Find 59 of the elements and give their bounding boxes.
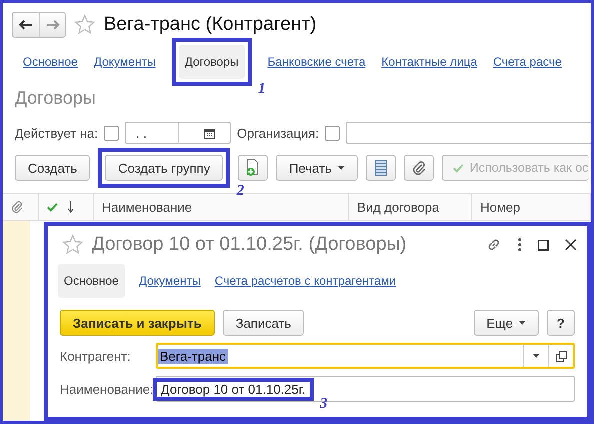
input-field[interactable] bbox=[346, 122, 591, 144]
window-title: Вега-транс (Контрагент) bbox=[104, 14, 317, 36]
field-value: Договор 10 от 01.10.25г. bbox=[160, 382, 307, 396]
check-icon bbox=[452, 164, 464, 172]
add-document-icon bbox=[245, 159, 262, 177]
print-menu-button[interactable]: Печать bbox=[276, 155, 358, 181]
tab[interactable]: Банковские счета bbox=[268, 55, 366, 69]
paperclip-icon bbox=[11, 200, 23, 214]
more-menu-button[interactable]: Еще bbox=[474, 310, 540, 336]
dialog-title: Договор 10 от 01.10.25г. (Договоры) bbox=[92, 234, 408, 256]
tab[interactable]: Контактные лица bbox=[382, 55, 478, 69]
toolbar-icon-button[interactable] bbox=[366, 155, 396, 181]
link-icon[interactable] bbox=[486, 237, 502, 253]
column-header[interactable]: Наименование bbox=[102, 200, 192, 214]
filter-label: Организация: bbox=[237, 126, 320, 140]
input-field[interactable]: Вега-транс bbox=[156, 343, 575, 369]
save-close-button[interactable]: Записать и закрыть bbox=[60, 310, 215, 336]
caret-icon bbox=[338, 166, 345, 170]
star-icon[interactable] bbox=[74, 14, 96, 36]
annotation-number: 1 bbox=[258, 81, 266, 98]
back-arrow-icon bbox=[19, 20, 33, 30]
annotation-number: 2 bbox=[236, 183, 244, 200]
toolbar-button[interactable]: Создать bbox=[15, 155, 90, 181]
checkbox[interactable] bbox=[325, 126, 340, 140]
paperclip-icon bbox=[412, 160, 426, 176]
tab[interactable]: Основное bbox=[23, 55, 78, 69]
tab[interactable]: Основное bbox=[58, 264, 125, 298]
field-value: Вега-транс bbox=[158, 348, 228, 364]
field-label: Контрагент: bbox=[60, 348, 132, 364]
date-field[interactable]: . . bbox=[125, 122, 232, 144]
toolbar-icon-button[interactable] bbox=[404, 155, 434, 181]
filter-label: Действует на: bbox=[15, 126, 98, 140]
open-window-icon[interactable] bbox=[556, 350, 566, 362]
maximize-icon[interactable] bbox=[538, 240, 549, 250]
caret-icon bbox=[519, 321, 526, 325]
sort-down-icon[interactable] bbox=[68, 201, 74, 213]
close-icon[interactable] bbox=[565, 239, 577, 251]
tab[interactable]: Документы bbox=[94, 55, 156, 69]
dropdown-icon[interactable] bbox=[532, 354, 540, 358]
toolbar-button[interactable]: Создать группу bbox=[105, 155, 224, 181]
list-icon bbox=[374, 160, 387, 176]
tab[interactable]: Договоры bbox=[178, 45, 245, 79]
more-icon[interactable] bbox=[518, 238, 522, 252]
annotation-number: 3 bbox=[320, 396, 328, 412]
tab[interactable]: Документы bbox=[138, 274, 201, 288]
check-icon bbox=[47, 202, 58, 212]
column-header[interactable]: Вид договора bbox=[357, 200, 440, 214]
section-title: Договоры bbox=[15, 88, 96, 110]
save-button[interactable]: Записать bbox=[222, 310, 304, 336]
star-icon[interactable] bbox=[62, 234, 84, 256]
forward-arrow-icon bbox=[46, 20, 60, 30]
help-button[interactable]: ? bbox=[547, 310, 575, 336]
tab[interactable]: Счета расчетов с контрагентами bbox=[214, 274, 396, 288]
column-header[interactable]: Номер bbox=[480, 200, 520, 214]
toolbar-icon-button[interactable] bbox=[238, 155, 268, 181]
calendar-icon[interactable] bbox=[204, 128, 215, 138]
checkbox[interactable] bbox=[104, 126, 120, 140]
field-label: Наименование: bbox=[60, 382, 155, 396]
tab[interactable]: Счета расче bbox=[493, 55, 562, 69]
